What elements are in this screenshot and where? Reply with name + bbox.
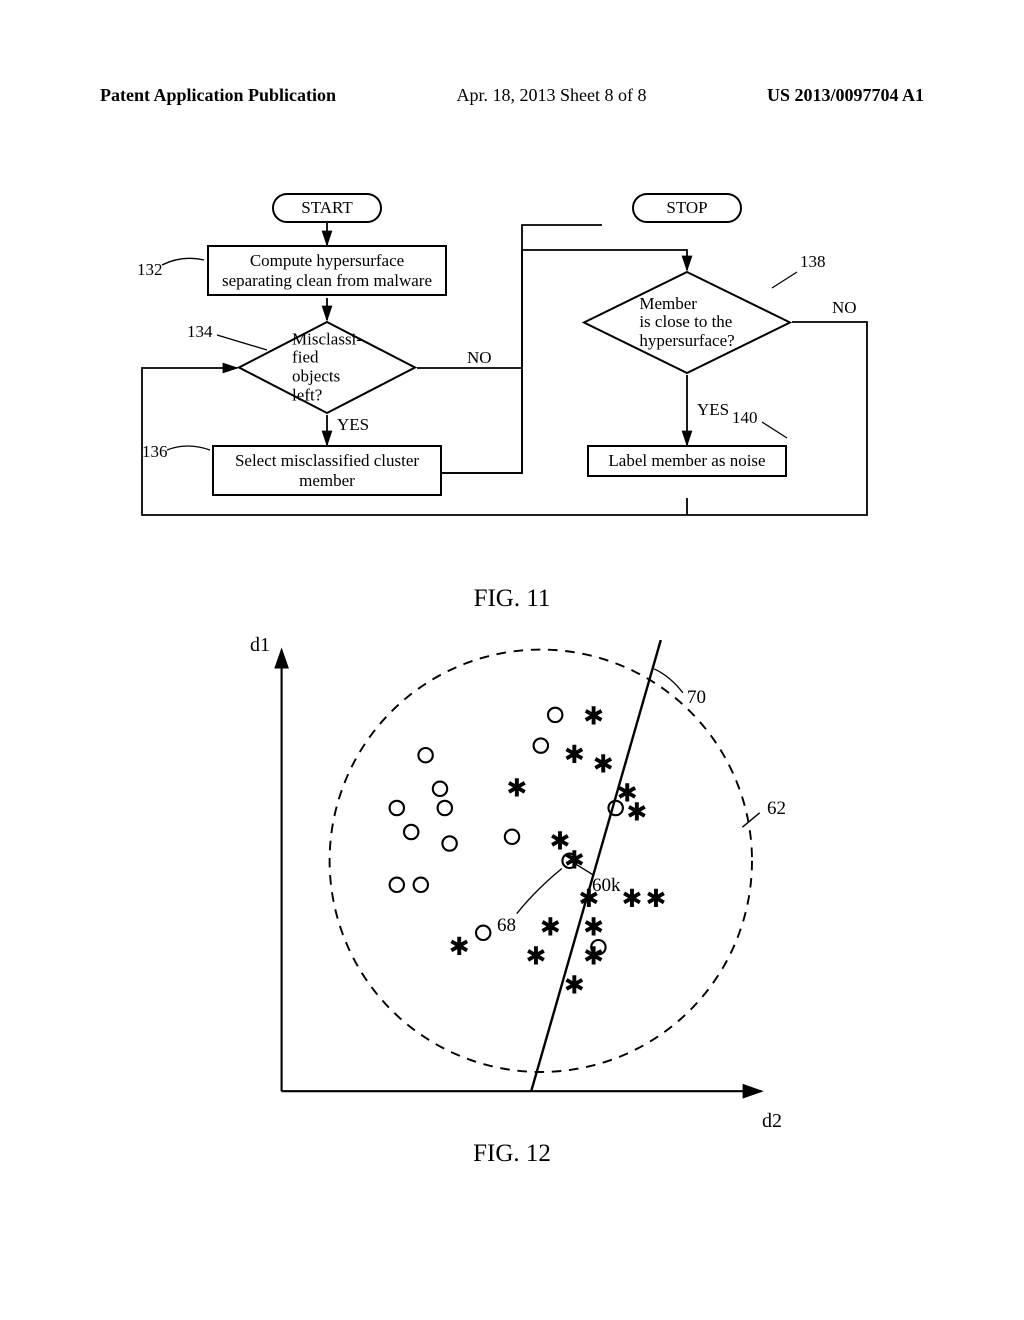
label-noise-process: Label member as noise bbox=[587, 445, 787, 477]
svg-text:✱: ✱ bbox=[593, 751, 614, 778]
svg-text:✱: ✱ bbox=[564, 742, 585, 769]
svg-text:✱: ✱ bbox=[583, 943, 604, 970]
figure-12: ✱✱✱✱✱✱✱✱✱✱✱✱✱✱✱✱✱ d1 d2 70 62 68 60k FIG… bbox=[0, 640, 1024, 1240]
svg-text:✱: ✱ bbox=[540, 915, 561, 942]
ref68-pointer bbox=[517, 868, 562, 913]
ref62-pointer bbox=[742, 813, 759, 827]
yes-label-2: YES bbox=[697, 400, 729, 420]
ref-62: 62 bbox=[767, 798, 786, 820]
ref-140: 140 bbox=[732, 408, 758, 428]
svg-text:✱: ✱ bbox=[506, 775, 527, 802]
no-label-2: NO bbox=[832, 298, 857, 318]
header-right: US 2013/0097704 A1 bbox=[767, 85, 924, 106]
close-text: Member is close to the hypersurface? bbox=[639, 294, 734, 350]
misclassified-text: Misclassi- fied objects left? bbox=[292, 330, 362, 405]
misclassified-decision: Misclassi- fied objects left? bbox=[262, 320, 392, 415]
select-process: Select misclassified cluster member bbox=[212, 445, 442, 496]
cluster-boundary bbox=[330, 650, 752, 1072]
start-label: START bbox=[301, 198, 352, 217]
scatter-plot: ✱✱✱✱✱✱✱✱✱✱✱✱✱✱✱✱✱ d1 d2 70 62 68 60k bbox=[252, 640, 772, 1120]
ref-132: 132 bbox=[137, 260, 163, 280]
header-center: Apr. 18, 2013 Sheet 8 of 8 bbox=[457, 85, 647, 106]
svg-text:✱: ✱ bbox=[646, 886, 667, 913]
ref-60k: 60k bbox=[592, 875, 621, 897]
figure-11: START STOP Compute hypersurface separati… bbox=[0, 190, 1024, 630]
page-header: Patent Application Publication Apr. 18, … bbox=[100, 85, 924, 106]
flowchart: START STOP Compute hypersurface separati… bbox=[132, 190, 892, 520]
no-label-1: NO bbox=[467, 348, 492, 368]
svg-text:✱: ✱ bbox=[626, 799, 647, 826]
stop-label: STOP bbox=[666, 198, 707, 217]
svg-text:✱: ✱ bbox=[564, 972, 585, 999]
svg-text:✱: ✱ bbox=[564, 847, 585, 874]
ref-70: 70 bbox=[687, 687, 706, 709]
ref-68: 68 bbox=[497, 915, 516, 937]
yes-label-1: YES bbox=[337, 415, 369, 435]
close-decision: Member is close to the hypersurface? bbox=[597, 270, 777, 375]
hypersurface-line bbox=[531, 640, 661, 1091]
compute-text: Compute hypersurface separating clean fr… bbox=[222, 251, 432, 290]
ref60k-pointer bbox=[573, 863, 593, 875]
axis-d1: d1 bbox=[250, 634, 270, 657]
label-noise-text: Label member as noise bbox=[608, 451, 765, 470]
ref-138: 138 bbox=[800, 252, 826, 272]
svg-text:✱: ✱ bbox=[526, 943, 547, 970]
axis-d2: d2 bbox=[762, 1110, 782, 1133]
header-left: Patent Application Publication bbox=[100, 85, 336, 106]
select-text: Select misclassified cluster member bbox=[235, 451, 419, 490]
svg-text:✱: ✱ bbox=[617, 780, 638, 807]
ref-134: 134 bbox=[187, 322, 213, 342]
star-series: ✱✱✱✱✱✱✱✱✱✱✱✱✱✱✱✱✱ bbox=[449, 703, 667, 999]
svg-text:✱: ✱ bbox=[449, 934, 470, 961]
compute-process: Compute hypersurface separating clean fr… bbox=[207, 245, 447, 296]
fig11-caption: FIG. 11 bbox=[474, 585, 551, 613]
svg-text:✱: ✱ bbox=[550, 828, 571, 855]
ref70-pointer bbox=[654, 669, 683, 693]
svg-text:✱: ✱ bbox=[622, 886, 643, 913]
ref-136: 136 bbox=[142, 442, 168, 462]
stop-terminal: STOP bbox=[632, 193, 742, 223]
svg-text:✱: ✱ bbox=[583, 915, 604, 942]
svg-text:✱: ✱ bbox=[583, 703, 604, 730]
fig12-caption: FIG. 12 bbox=[473, 1140, 551, 1168]
start-terminal: START bbox=[272, 193, 382, 223]
plot-svg: ✱✱✱✱✱✱✱✱✱✱✱✱✱✱✱✱✱ bbox=[252, 640, 772, 1120]
